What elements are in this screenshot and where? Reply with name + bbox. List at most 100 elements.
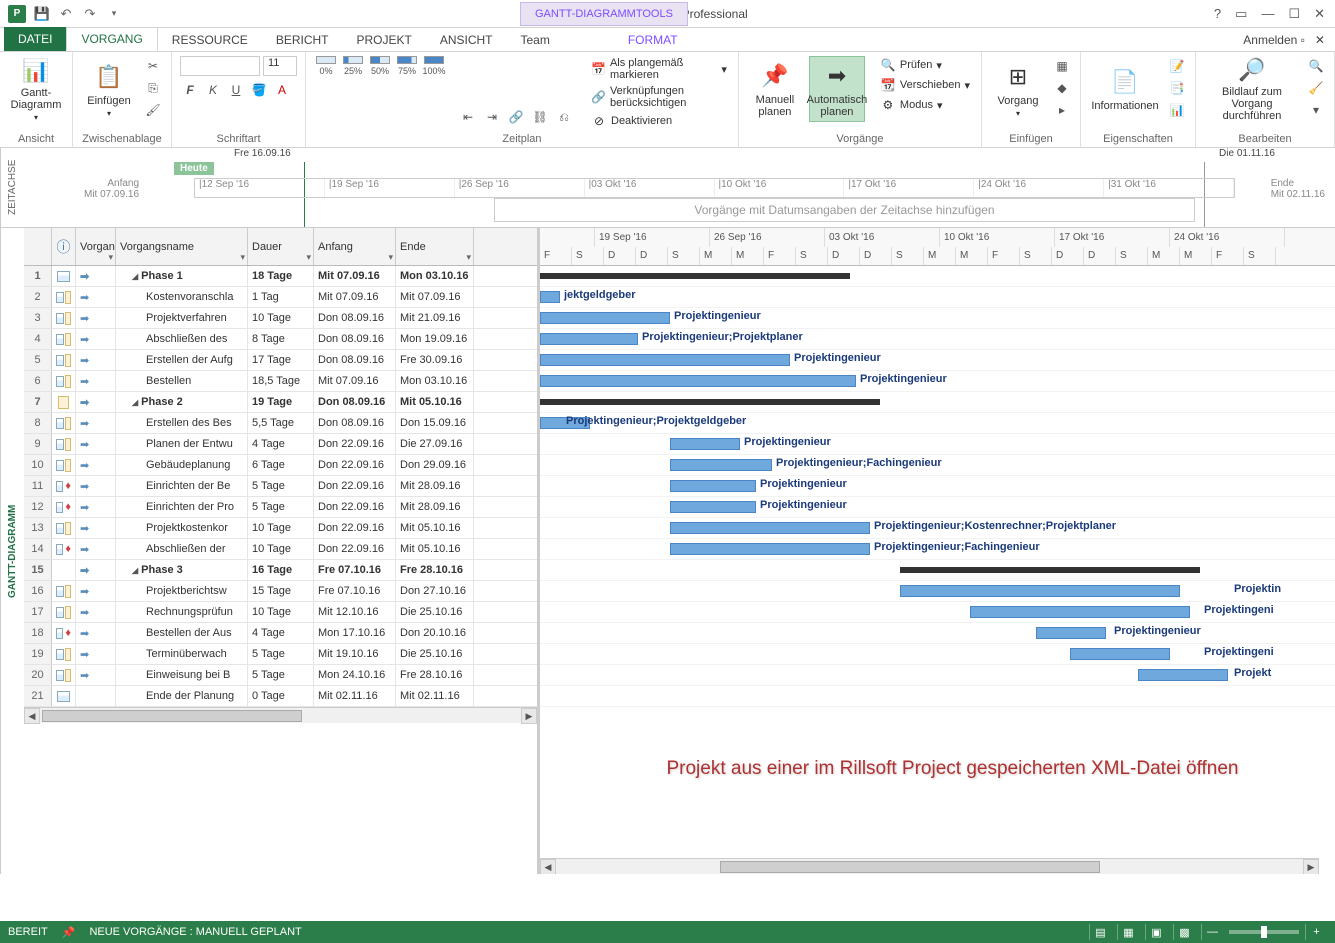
table-row[interactable]: 20➡Einweisung bei B5 TageMon 24.10.16Fre… <box>24 665 537 686</box>
auto-schedule-button[interactable]: ➡Automatisch planen <box>809 56 865 122</box>
table-row[interactable]: 19➡Terminüberwach5 TageMit 19.10.16Die 2… <box>24 644 537 665</box>
font-color-button[interactable]: A <box>272 80 292 100</box>
tab-datei[interactable]: DATEI <box>4 27 66 51</box>
qat-customize-icon[interactable]: ▾ <box>106 6 122 22</box>
view-shortcut-4[interactable]: ▩ <box>1173 924 1195 940</box>
gantt-task-bar[interactable] <box>670 480 756 492</box>
maximize-icon[interactable]: ☐ <box>1288 6 1300 22</box>
redo-icon[interactable]: ↷ <box>82 6 98 22</box>
respect-links-button[interactable]: 🔗Verknüpfungen berücksichtigen <box>588 84 730 110</box>
tab-vorgang[interactable]: VORGANG <box>66 27 157 51</box>
pct-25-button[interactable]: 25% <box>341 56 365 76</box>
timeline-icon[interactable]: 📊 <box>1167 100 1187 120</box>
underline-button[interactable]: U <box>226 80 246 100</box>
deliverable-icon[interactable]: ▸ <box>1052 100 1072 120</box>
fill-color-button[interactable]: 🪣 <box>249 80 269 100</box>
signin-link[interactable]: Anmelden ▫ ✕ <box>1233 29 1335 51</box>
pct-0-button[interactable]: 0% <box>314 56 338 76</box>
gantt-task-bar[interactable] <box>540 375 856 387</box>
move-button[interactable]: 📆Verschieben ▾ <box>877 76 973 94</box>
scroll-to-task-button[interactable]: 🔎Bildlauf zum Vorgang durchführen <box>1204 56 1300 122</box>
table-row[interactable]: 1➡Phase 118 TageMit 07.09.16Mon 03.10.16 <box>24 266 537 287</box>
outdent-button[interactable]: ⇤ <box>458 107 478 127</box>
help-icon[interactable]: ? <box>1214 6 1221 22</box>
gantt-scroll-thumb[interactable] <box>720 861 1100 873</box>
gantt-chart-button[interactable]: 📊 Gantt-Diagramm▾ <box>8 56 64 122</box>
gantt-task-bar[interactable] <box>1070 648 1170 660</box>
task-insert-button[interactable]: ⊞Vorgang▾ <box>990 56 1046 122</box>
gantt-task-bar[interactable] <box>540 312 670 324</box>
header-finish[interactable]: Ende▾ <box>396 228 474 265</box>
mode-button[interactable]: ⚙Modus ▾ <box>877 96 973 114</box>
table-row[interactable]: 3➡Projektverfahren10 TageDon 08.09.16Mit… <box>24 308 537 329</box>
gantt-summary-bar[interactable] <box>540 273 850 279</box>
scroll-right-icon[interactable]: ▶ <box>521 708 537 724</box>
summary-task-icon[interactable]: ▦ <box>1052 56 1072 76</box>
font-size-select[interactable]: 11 <box>263 56 297 76</box>
table-row[interactable]: 21Ende der Planung0 TageMit 02.11.16Mit … <box>24 686 537 707</box>
paste-button[interactable]: 📋 Einfügen▾ <box>81 56 137 122</box>
deactivate-button[interactable]: ⊘Deaktivieren <box>588 112 730 130</box>
ribbon-collapse-icon[interactable]: ▭ <box>1235 6 1247 22</box>
table-row[interactable]: 13➡Projektkostenkor10 TageDon 22.09.16Mi… <box>24 518 537 539</box>
gantt-summary-bar[interactable] <box>900 567 1200 573</box>
gantt-task-bar[interactable] <box>970 606 1190 618</box>
inspect-button[interactable]: 🔍Prüfen ▾ <box>877 56 973 74</box>
header-mode[interactable]: Vorgan▾ <box>76 228 116 265</box>
header-duration[interactable]: Dauer▾ <box>248 228 314 265</box>
tab-ansicht[interactable]: ANSICHT <box>426 29 507 51</box>
find-icon[interactable]: 🔍 <box>1306 56 1326 76</box>
table-row[interactable]: 11♦➡Einrichten der Be5 TageDon 22.09.16M… <box>24 476 537 497</box>
gantt-task-bar[interactable] <box>540 291 560 303</box>
table-row[interactable]: 5➡Erstellen der Aufg17 TageDon 08.09.16F… <box>24 350 537 371</box>
table-row[interactable]: 15➡Phase 316 TageFre 07.10.16Fre 28.10.1… <box>24 560 537 581</box>
table-row[interactable]: 10➡Gebäudeplanung6 TageDon 22.09.16Don 2… <box>24 455 537 476</box>
gantt-task-bar[interactable] <box>670 438 740 450</box>
header-indicators[interactable]: ⓘ <box>52 228 76 265</box>
gantt-scroll-left-icon[interactable]: ◀ <box>540 859 556 874</box>
gantt-hscroll[interactable]: ◀ ▶ <box>540 858 1319 874</box>
header-rownum[interactable] <box>24 228 52 265</box>
tab-projekt[interactable]: PROJEKT <box>342 29 425 51</box>
gantt-task-bar[interactable] <box>670 501 756 513</box>
copy-icon[interactable]: ⎘ <box>143 78 163 98</box>
header-start[interactable]: Anfang▾ <box>314 228 396 265</box>
undo-icon[interactable]: ↶ <box>58 6 74 22</box>
pct-50-button[interactable]: 50% <box>368 56 392 76</box>
clear-icon[interactable]: 🧹 <box>1306 78 1326 98</box>
gantt-scroll-right-icon[interactable]: ▶ <box>1303 859 1319 874</box>
tab-bericht[interactable]: BERICHT <box>262 29 343 51</box>
scroll-left-icon[interactable]: ◀ <box>24 708 40 724</box>
bold-button[interactable]: F <box>180 80 200 100</box>
gantt-task-bar[interactable] <box>670 459 772 471</box>
manual-schedule-button[interactable]: 📌Manuell planen <box>747 56 803 122</box>
pct-100-button[interactable]: 100% <box>422 56 446 76</box>
table-row[interactable]: 16➡Projektberichtsw15 TageFre 07.10.16Do… <box>24 581 537 602</box>
unlink-button[interactable]: ⛓ <box>530 107 550 127</box>
gantt-task-bar[interactable] <box>1036 627 1106 639</box>
view-shortcut-2[interactable]: ▦ <box>1117 924 1139 940</box>
gantt-task-bar[interactable] <box>670 522 870 534</box>
minimize-icon[interactable]: — <box>1261 6 1274 22</box>
font-family-select[interactable] <box>180 56 260 76</box>
zoom-out-button[interactable]: — <box>1201 924 1223 940</box>
gantt-summary-bar[interactable] <box>540 399 880 405</box>
split-button[interactable]: ⎌ <box>554 107 574 127</box>
save-icon[interactable]: 💾 <box>34 6 50 22</box>
gantt-task-bar[interactable] <box>540 333 638 345</box>
milestone-icon[interactable]: ◆ <box>1052 78 1072 98</box>
table-row[interactable]: 2➡Kostenvoranschla1 TagMit 07.09.16Mit 0… <box>24 287 537 308</box>
gantt-task-bar[interactable] <box>900 585 1180 597</box>
zoom-slider[interactable] <box>1229 930 1299 934</box>
tab-team[interactable]: Team <box>507 29 564 51</box>
table-row[interactable]: 6➡Bestellen18,5 TageMit 07.09.16Mon 03.1… <box>24 371 537 392</box>
gantt-task-bar[interactable] <box>1138 669 1228 681</box>
table-row[interactable]: 14♦➡Abschließen der10 TageDon 22.09.16Mi… <box>24 539 537 560</box>
table-row[interactable]: 4➡Abschließen des8 TageDon 08.09.16Mon 1… <box>24 329 537 350</box>
gantt-task-bar[interactable] <box>670 543 870 555</box>
pct-75-button[interactable]: 75% <box>395 56 419 76</box>
cut-icon[interactable]: ✂ <box>143 56 163 76</box>
information-button[interactable]: 📄Informationen <box>1089 56 1161 122</box>
tab-format[interactable]: FORMAT <box>614 29 692 51</box>
table-row[interactable]: 12♦➡Einrichten der Pro5 TageDon 22.09.16… <box>24 497 537 518</box>
